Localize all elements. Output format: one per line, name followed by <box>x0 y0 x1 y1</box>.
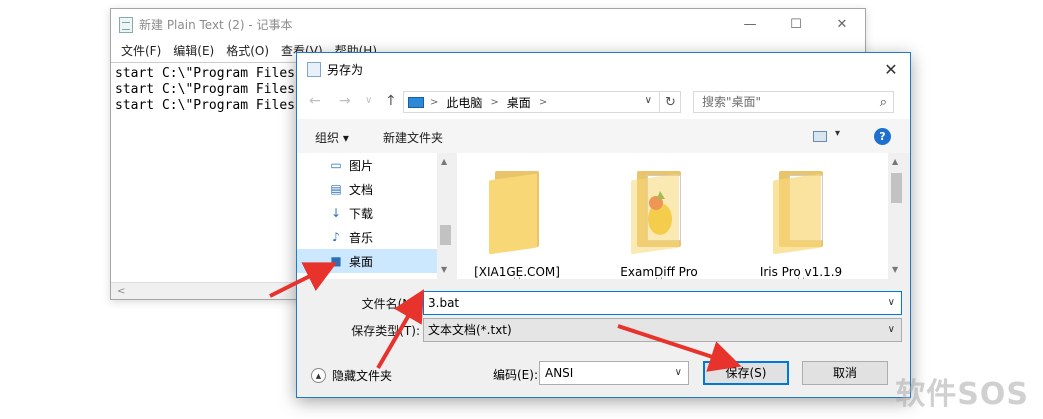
filetype-label: 保存类型(T): <box>351 324 420 338</box>
file-list: [XIA1GE.COM] ' ' ExamDiff Pro ' ' <box>457 153 905 279</box>
chevron-down-icon[interactable]: ∨ <box>888 292 895 314</box>
nav-item-documents[interactable]: ▤ 文档 <box>329 177 373 201</box>
navigation-pane: ▭ 图片 ▤ 文档 ↓ 下载 ♪ 音乐 ■ 桌面 ▲ ▼ <box>297 153 454 279</box>
dialog-titlebar: 另存为 <box>297 53 910 85</box>
file-item[interactable]: [XIA1GE.COM] ' ' <box>457 171 577 279</box>
dialog-footer: ▲ 隐藏文件夹 编码(E): ANSI ∨ 保存(S) 取消 <box>297 355 910 399</box>
pictures-icon: ▭ <box>330 158 342 172</box>
file-item[interactable]: Iris Pro v1.1.9 ' ' <box>741 171 861 279</box>
menu-format[interactable]: 格式(O) <box>220 42 275 59</box>
command-bar: 组织 ▾ 新建文件夹 ▾ ? <box>297 119 910 153</box>
view-icon[interactable] <box>813 131 827 142</box>
up-icon[interactable]: ↑ <box>385 93 397 109</box>
view-dropdown-icon[interactable]: ▾ <box>835 128 840 139</box>
breadcrumb-separator: > <box>538 96 548 108</box>
search-input[interactable]: 搜索"桌面" ⌕ <box>693 91 894 113</box>
dialog-title: 另存为 <box>327 62 364 77</box>
filename-row: 文件名(N): 3.bat ∨ <box>297 291 910 315</box>
file-item[interactable]: ExamDiff Pro ' ' <box>599 171 719 279</box>
breadcrumb-separator: > <box>430 96 439 108</box>
save-button[interactable]: 保存(S) <box>703 361 789 385</box>
address-dropdown-icon[interactable]: ∨ <box>645 95 652 106</box>
nav-item-downloads[interactable]: ↓ 下载 <box>329 201 373 225</box>
maximize-button[interactable]: ☐ <box>773 9 819 40</box>
filename-value: 3.bat <box>428 296 460 310</box>
nav-item-music[interactable]: ♪ 音乐 <box>329 225 373 249</box>
screen: 新建 Plain Text (2) - 记事本 — ☐ ✕ 文件(F) 编辑(E… <box>0 0 1043 419</box>
scroll-down-icon[interactable]: ▼ <box>892 265 898 274</box>
nav-item-desktop[interactable]: ■ 桌面 <box>297 249 437 273</box>
nav-item-label: 图片 <box>349 158 374 173</box>
filetype-row: 保存类型(T): 文本文档(*.txt) ∨ <box>297 318 910 342</box>
documents-icon: ▤ <box>330 182 342 196</box>
music-icon: ♪ <box>332 230 340 244</box>
menu-edit[interactable]: 编辑(E) <box>167 42 220 59</box>
breadcrumb-separator: > <box>490 96 499 108</box>
filename-label: 文件名(N): <box>361 297 420 311</box>
nav-item-label: 文档 <box>349 182 374 197</box>
breadcrumb-desktop[interactable]: 桌面 <box>507 94 531 111</box>
encoding-label: 编码(E): <box>493 368 538 382</box>
filetype-value: 文本文档(*.txt) <box>428 323 512 337</box>
address-bar[interactable]: > 此电脑 > 桌面 > ∨ <box>403 91 681 113</box>
nav-item-label: 音乐 <box>349 230 374 245</box>
download-icon: ↓ <box>330 206 342 220</box>
scrollbar-thumb[interactable] <box>440 225 451 245</box>
dialog-close-button[interactable]: ✕ <box>880 59 902 79</box>
dialog-icon <box>307 61 321 77</box>
notepad-titlebar: 新建 Plain Text (2) - 记事本 — ☐ ✕ <box>111 9 865 40</box>
encoding-value: ANSI <box>545 366 574 380</box>
chevron-down-icon[interactable]: ∨ <box>888 319 895 341</box>
menu-file[interactable]: 文件(F) <box>115 42 167 59</box>
organize-button[interactable]: 组织 ▾ <box>315 129 349 146</box>
hide-folders-label: 隐藏文件夹 <box>332 369 393 383</box>
cancel-button[interactable]: 取消 <box>802 361 888 385</box>
nav-item-label: 下载 <box>349 206 374 221</box>
search-icon: ⌕ <box>879 95 887 110</box>
computer-icon <box>408 96 424 108</box>
nav-item-label: 桌面 <box>349 254 374 269</box>
nav-pane-scrollbar[interactable]: ▲ ▼ <box>437 153 454 279</box>
scroll-up-icon[interactable]: ▲ <box>892 157 898 166</box>
folder-icon <box>773 171 829 255</box>
breadcrumb-this-pc[interactable]: 此电脑 <box>446 94 482 111</box>
address-bar-row: ← → ∨ ↑ > 此电脑 > 桌面 > ∨ ↻ 搜索"桌面" ⌕ <box>297 85 910 119</box>
desktop-icon: ■ <box>330 254 342 268</box>
help-icon[interactable]: ? <box>874 128 891 145</box>
minimize-button[interactable]: — <box>727 9 773 40</box>
file-list-scrollbar[interactable]: ▲ ▼ <box>888 153 905 279</box>
chevron-up-icon: ▲ <box>311 368 326 383</box>
hide-folders-toggle[interactable]: ▲ 隐藏文件夹 <box>311 367 392 384</box>
scrollbar-thumb[interactable] <box>891 173 902 203</box>
filetype-select[interactable]: 文本文档(*.txt) ∨ <box>423 318 902 342</box>
search-placeholder: 搜索"桌面" <box>702 95 762 109</box>
recent-dropdown-icon[interactable]: ∨ <box>365 95 372 106</box>
folder-icon <box>631 171 687 255</box>
scroll-down-icon[interactable]: ▼ <box>441 265 447 274</box>
save-as-dialog: 另存为 ✕ ← → ∨ ↑ > 此电脑 > 桌面 > ∨ ↻ 搜索"桌面" ⌕ <box>296 52 911 398</box>
nav-item-pictures[interactable]: ▭ 图片 <box>329 153 373 177</box>
back-icon[interactable]: ← <box>309 93 321 109</box>
notepad-title: 新建 Plain Text (2) - 记事本 <box>139 18 293 32</box>
scroll-up-icon[interactable]: ▲ <box>441 157 447 166</box>
notepad-icon <box>119 16 133 33</box>
folder-icon <box>489 171 545 255</box>
close-button[interactable]: ✕ <box>819 9 865 40</box>
encoding-select[interactable]: ANSI ∨ <box>539 361 689 385</box>
forward-icon[interactable]: → <box>339 93 351 109</box>
chevron-down-icon: ∨ <box>674 367 682 378</box>
watermark-logo: 软件SOS <box>895 377 1029 412</box>
filename-input[interactable]: 3.bat ∨ <box>423 291 902 315</box>
refresh-icon[interactable]: ↻ <box>659 91 681 113</box>
new-folder-button[interactable]: 新建文件夹 <box>383 129 443 146</box>
